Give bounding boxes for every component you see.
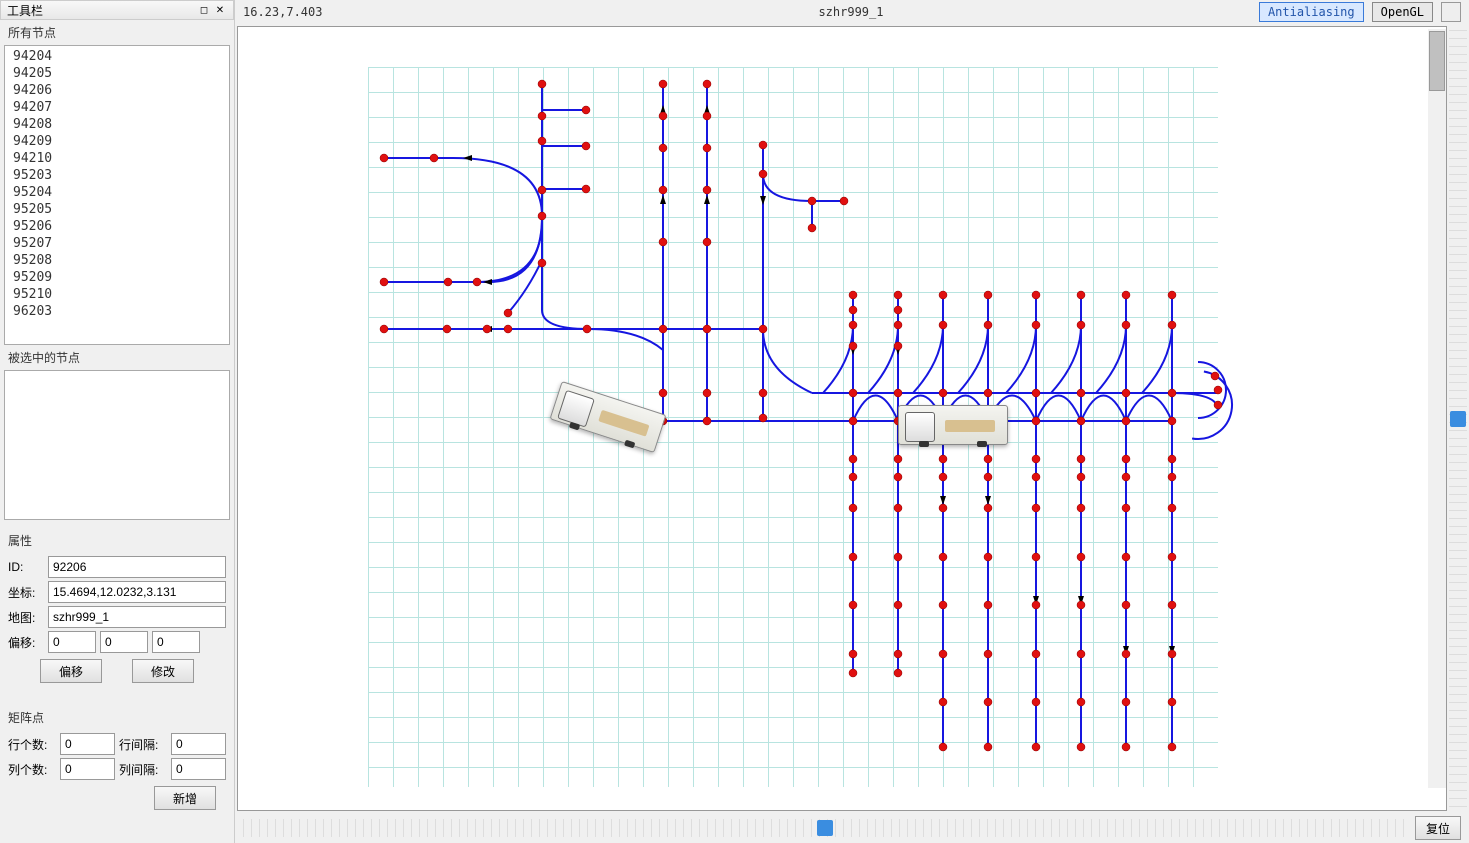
list-item[interactable]: 95204 [5, 184, 229, 201]
canvas-title: szhr999_1 [451, 5, 1251, 19]
coord-input[interactable] [48, 581, 226, 603]
list-item[interactable]: 94205 [5, 65, 229, 82]
opengl-toggle[interactable]: OpenGL [1372, 2, 1433, 22]
list-item[interactable]: 94204 [5, 48, 229, 65]
cols-count-label: 列个数: [8, 761, 56, 778]
row-gap-label: 行间隔: [119, 736, 167, 753]
reset-button[interactable]: 复位 [1415, 816, 1461, 840]
rows-count-label: 行个数: [8, 736, 56, 753]
properties-label: 属性 [8, 528, 226, 553]
offset-z-input[interactable] [152, 631, 200, 653]
close-icon[interactable]: ✕ [213, 3, 227, 17]
row-gap-input[interactable] [171, 733, 226, 755]
col-gap-label: 列间隔: [119, 761, 167, 778]
modify-button[interactable]: 修改 [132, 659, 194, 683]
coord-label: 坐标: [8, 584, 44, 601]
properties-panel: 属性 ID: 坐标: 地图: 偏移: 偏移 修改 [4, 524, 230, 693]
extra-toggle[interactable] [1441, 2, 1461, 22]
add-matrix-button[interactable]: 新增 [154, 786, 216, 810]
undock-icon[interactable]: ◻ [197, 3, 211, 17]
vehicle-2 [898, 405, 1008, 445]
toolbar-panel-title: 工具栏 [7, 2, 43, 19]
zoom-vslider[interactable] [1449, 26, 1467, 811]
list-item[interactable]: 94209 [5, 133, 229, 150]
main-area: 16.23,7.403 szhr999_1 Antialiasing OpenG… [235, 0, 1469, 843]
selected-nodes-list[interactable] [4, 370, 230, 520]
list-item[interactable]: 94210 [5, 150, 229, 167]
cols-count-input[interactable] [60, 758, 115, 780]
offset-label: 偏移: [8, 634, 44, 651]
cursor-coord: 16.23,7.403 [243, 5, 443, 19]
list-item[interactable]: 95208 [5, 252, 229, 269]
map-input[interactable] [48, 606, 226, 628]
offset-y-input[interactable] [100, 631, 148, 653]
canvas-vscroll[interactable] [1428, 29, 1446, 788]
all-nodes-label: 所有节点 [0, 20, 234, 45]
bottom-bar: 复位 [235, 813, 1469, 843]
list-item[interactable]: 94208 [5, 116, 229, 133]
list-item[interactable]: 95206 [5, 218, 229, 235]
topbar: 16.23,7.403 szhr999_1 Antialiasing OpenG… [235, 0, 1469, 24]
list-item[interactable]: 95205 [5, 201, 229, 218]
map-canvas[interactable] [237, 26, 1447, 811]
antialiasing-toggle[interactable]: Antialiasing [1259, 2, 1364, 22]
list-item[interactable]: 95207 [5, 235, 229, 252]
map-label: 地图: [8, 609, 44, 626]
list-item[interactable]: 94207 [5, 99, 229, 116]
id-label: ID: [8, 560, 44, 574]
list-item[interactable]: 95210 [5, 286, 229, 303]
offset-x-input[interactable] [48, 631, 96, 653]
sidebar: 工具栏 ◻ ✕ 所有节点 942049420594206942079420894… [0, 0, 235, 843]
selected-nodes-label: 被选中的节点 [0, 345, 234, 370]
toolbar-panel-header: 工具栏 ◻ ✕ [0, 0, 234, 20]
matrix-label: 矩阵点 [8, 705, 226, 730]
offset-button[interactable]: 偏移 [40, 659, 102, 683]
matrix-panel: 矩阵点 行个数: 行间隔: 列个数: 列间隔: 新增 [4, 701, 230, 820]
id-input[interactable] [48, 556, 226, 578]
all-nodes-list[interactable]: 9420494205942069420794208942099421095203… [4, 45, 230, 345]
zoom-hslider[interactable] [243, 819, 1407, 837]
list-item[interactable]: 94206 [5, 82, 229, 99]
rows-count-input[interactable] [60, 733, 115, 755]
list-item[interactable]: 95209 [5, 269, 229, 286]
list-item[interactable]: 95203 [5, 167, 229, 184]
col-gap-input[interactable] [171, 758, 226, 780]
list-item[interactable]: 96203 [5, 303, 229, 320]
